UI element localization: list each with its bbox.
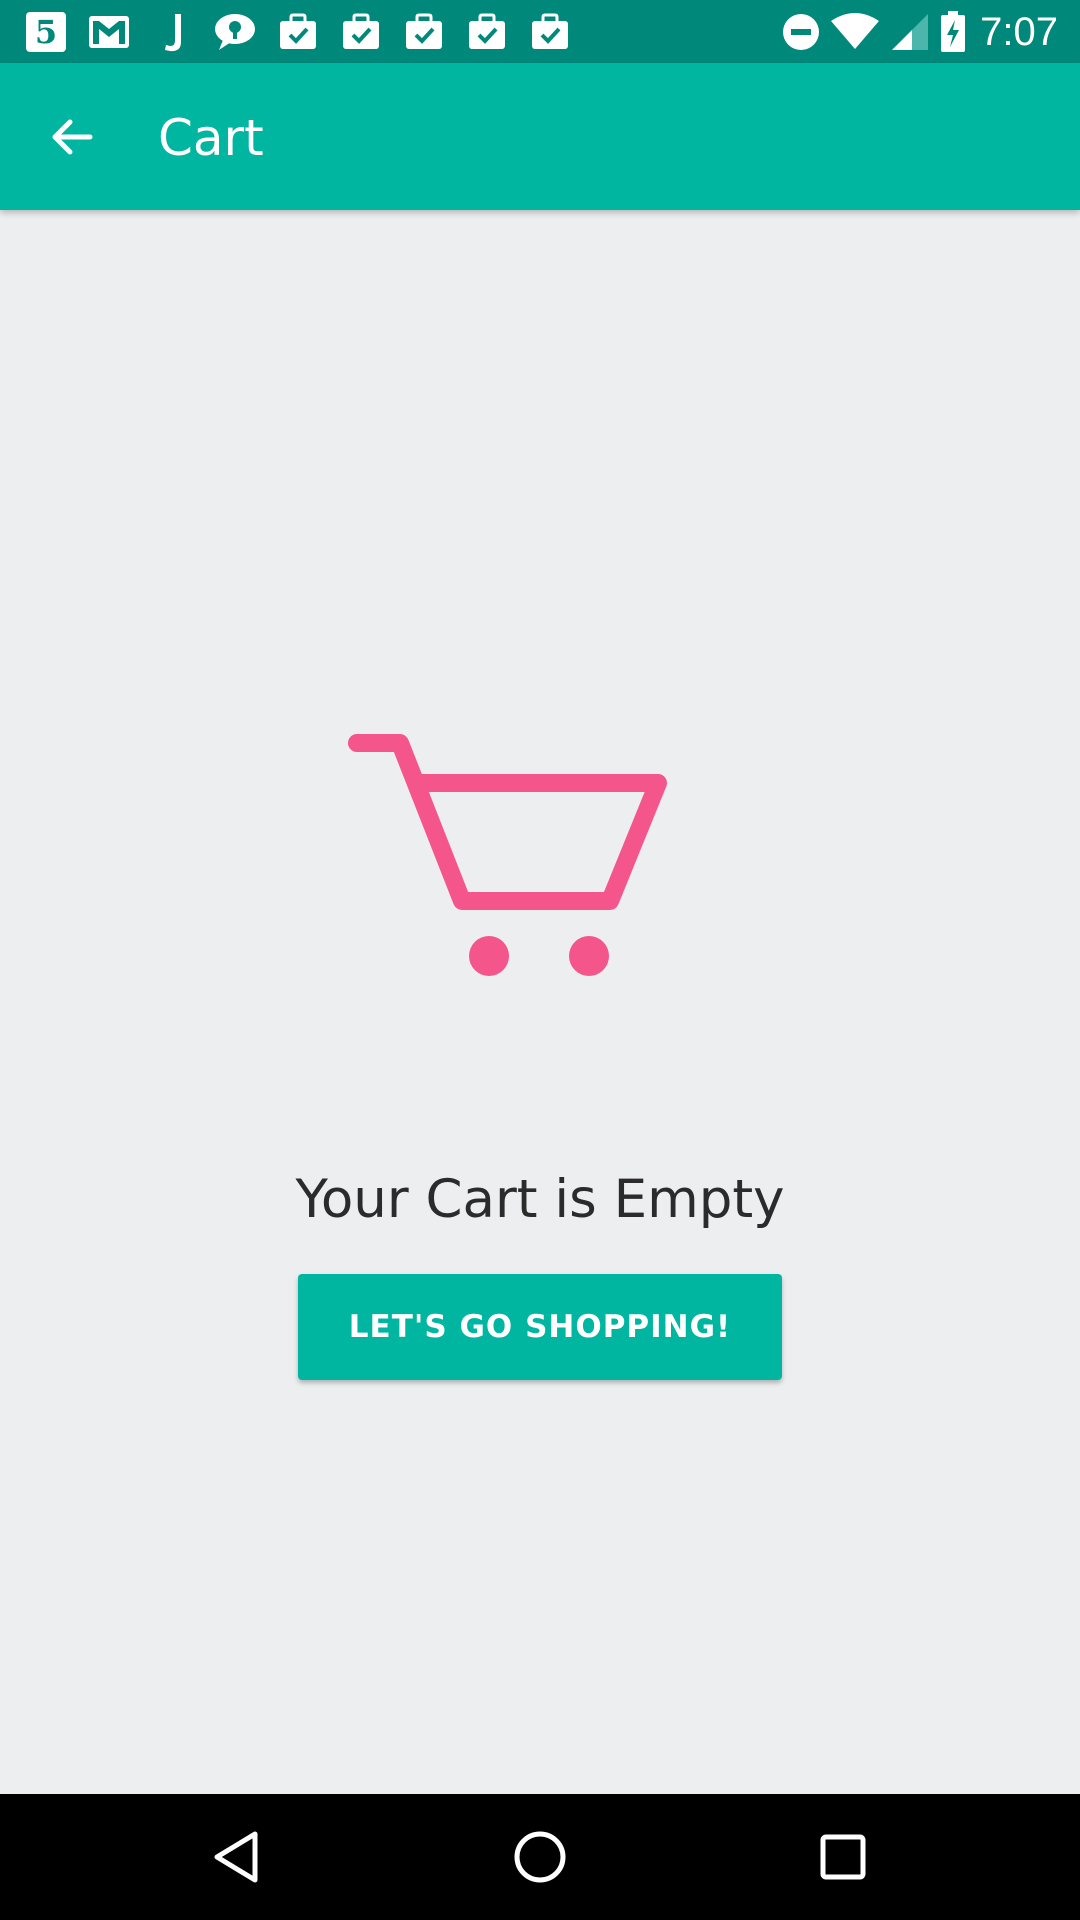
system-status-icons: 7:07	[772, 8, 1058, 56]
task-bag-icon	[337, 8, 385, 56]
empty-cart-message: Your Cart is Empty	[295, 1169, 785, 1230]
do-not-disturb-icon	[782, 8, 820, 56]
svg-text:5: 5	[35, 13, 57, 51]
channel5-icon: 5	[22, 8, 70, 56]
nav-home-button[interactable]	[500, 1817, 580, 1897]
gmail-icon	[85, 8, 133, 56]
empty-cart-illustration	[340, 725, 680, 985]
status-bar: 5 7:07	[0, 0, 1080, 63]
task-bag-icon	[400, 8, 448, 56]
notification-icons: 5	[22, 8, 589, 56]
recents-square-icon	[820, 1834, 866, 1880]
shopping-cart-icon	[348, 734, 667, 976]
task-bag-icon	[526, 8, 574, 56]
go-shopping-button[interactable]: LET'S GO SHOPPING!	[298, 1274, 782, 1380]
page-title: Cart	[158, 109, 264, 167]
cell-signal-icon	[890, 8, 930, 56]
wifi-icon	[830, 8, 880, 56]
arrow-back-icon	[52, 119, 93, 155]
status-time: 7:07	[980, 9, 1058, 54]
back-button[interactable]	[36, 101, 108, 173]
task-bag-icon	[274, 8, 322, 56]
home-circle-icon	[514, 1831, 566, 1883]
nav-back-button[interactable]	[196, 1817, 276, 1897]
j-app-icon	[148, 8, 196, 56]
task-bag-icon	[463, 8, 511, 56]
battery-charging-icon	[940, 8, 966, 56]
system-navigation-bar	[0, 1794, 1080, 1920]
messenger-icon	[211, 8, 259, 56]
nav-recents-button[interactable]	[803, 1817, 883, 1897]
back-triangle-icon	[214, 1831, 258, 1883]
app-bar: Cart	[0, 63, 1080, 210]
cart-screen: 5 7:07 Cart Your Cart is Empty LET'S GO …	[0, 0, 1080, 1920]
